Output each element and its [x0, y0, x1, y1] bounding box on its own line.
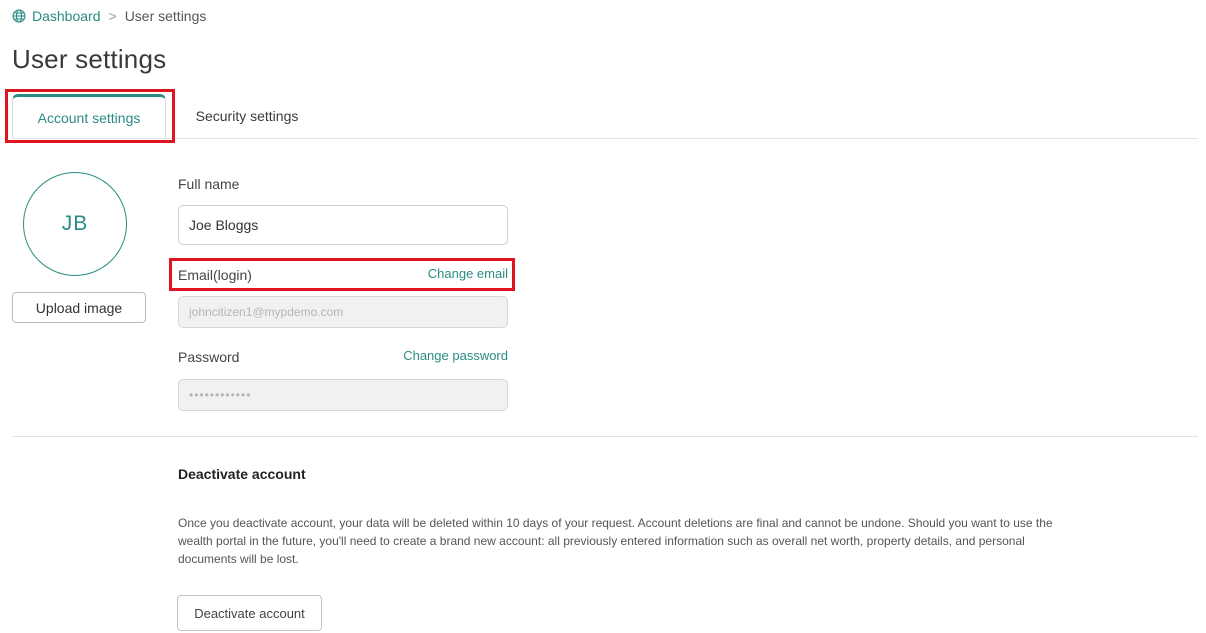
breadcrumb: Dashboard > User settings — [12, 8, 206, 24]
avatar: JB — [23, 172, 127, 276]
password-label: Password — [178, 349, 240, 365]
change-password-link[interactable]: Change password — [380, 348, 508, 363]
password-field[interactable] — [178, 379, 508, 411]
full-name-input[interactable] — [178, 205, 508, 245]
tabs-divider — [12, 138, 1198, 139]
breadcrumb-current: User settings — [124, 8, 207, 24]
tab-security-settings[interactable]: Security settings — [170, 94, 324, 138]
highlight-box-email — [169, 258, 515, 291]
deactivate-heading: Deactivate account — [178, 466, 306, 482]
section-divider — [12, 436, 1198, 437]
page-title: User settings — [12, 44, 167, 74]
email-field[interactable] — [178, 296, 508, 328]
highlight-box-account-tab — [5, 89, 175, 143]
full-name-label: Full name — [178, 176, 240, 192]
breadcrumb-dashboard-link[interactable]: Dashboard — [32, 8, 101, 24]
globe-icon — [12, 9, 26, 23]
upload-image-button[interactable]: Upload image — [12, 292, 146, 323]
deactivate-account-button[interactable]: Deactivate account — [177, 595, 322, 631]
breadcrumb-separator: > — [108, 8, 117, 24]
deactivate-description: Once you deactivate account, your data w… — [178, 516, 1053, 566]
